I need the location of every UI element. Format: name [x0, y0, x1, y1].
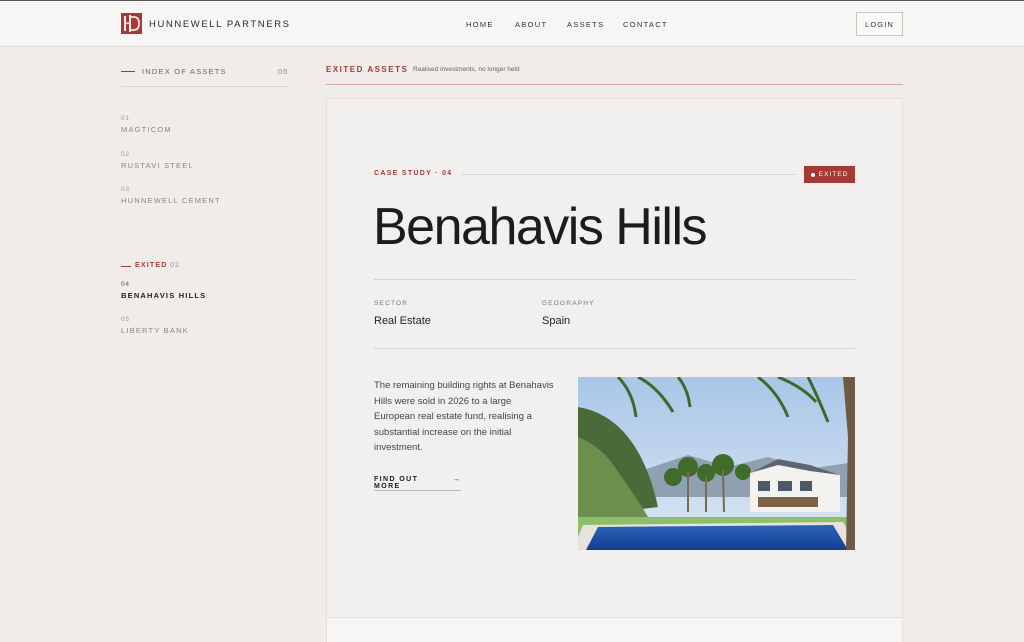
status-badge: EXITED [804, 166, 855, 183]
sidebar-item-label: MAGTICOM [121, 125, 172, 134]
sidebar-item-label: BENAHAVIS HILLS [121, 291, 207, 300]
geography-label: GEOGRAPHY [542, 300, 595, 307]
sidebar-item-rustavi-steel[interactable]: 02 RUSTAVI STEEL [121, 151, 194, 170]
section-subtitle: Realised investments, no longer held [413, 66, 520, 73]
sector-label: SECTOR [374, 300, 409, 307]
sidebar-item-number: 02 [121, 151, 130, 158]
arrow-right-icon: → [452, 476, 461, 483]
sidebar-item-number: 03 [121, 186, 130, 193]
sidebar-item-number: 01 [121, 115, 130, 122]
case-description: The remaining building rights at Benahav… [374, 380, 554, 453]
section-title: EXITED ASSETS [326, 65, 409, 74]
sidebar-divider [121, 86, 288, 87]
sidebar-item-number: 04 [121, 281, 130, 288]
exited-heading-accent [121, 266, 131, 267]
nav-about-link[interactable]: ABOUT [515, 20, 547, 29]
badge-dot-icon [810, 172, 815, 177]
badge-label: EXITED [818, 171, 849, 178]
sidebar-item-label: RUSTAVI STEEL [121, 161, 194, 170]
sidebar-item-magticom[interactable]: 01 MAGTICOM [121, 115, 172, 134]
find-out-more-link[interactable]: FIND OUT MORE → [374, 476, 461, 491]
meta-bottom-divider [374, 348, 855, 349]
site-header: HUNNEWELL PARTNERS HOME ABOUT ASSETS CON… [0, 1, 1024, 47]
geography-value: Spain [542, 315, 571, 327]
nav-assets-link[interactable]: ASSETS [567, 20, 604, 29]
sidebar-item-benahavis-hills[interactable]: 04 BENAHAVIS HILLS [121, 281, 206, 300]
page-title: Benahavis Hills [373, 198, 708, 256]
find-out-more-label: FIND OUT MORE [374, 476, 419, 490]
sidebar-item-label: LIBERTY BANK [121, 326, 189, 335]
section-divider [326, 84, 903, 85]
sidebar-heading-accent [121, 71, 135, 72]
exited-count: 02 [170, 262, 180, 269]
sidebar-item-liberty-bank[interactable]: 05 LIBERTY BANK [121, 316, 189, 335]
login-button[interactable]: LOGIN [856, 12, 903, 36]
next-card [326, 617, 903, 642]
meta-top-divider [374, 279, 855, 280]
nav-contact-link[interactable]: CONTACT [623, 20, 668, 29]
sidebar-item-hunnewell-cement[interactable]: 03 HUNNEWELL CEMENT [121, 186, 221, 205]
sidebar-item-label: HUNNEWELL CEMENT [121, 196, 221, 205]
sidebar-asset-count: 05 [278, 67, 289, 76]
case-study-label: CASE STUDY · 04 [374, 170, 453, 177]
sidebar-item-number: 05 [121, 316, 130, 323]
sidebar-heading: INDEX OF ASSETS [142, 67, 227, 76]
nav-home-link[interactable]: HOME [466, 20, 494, 29]
property-photo [578, 377, 855, 550]
sector-value: Real Estate [374, 315, 431, 327]
case-study-rule [462, 174, 796, 175]
exited-heading: EXITED [135, 262, 168, 269]
